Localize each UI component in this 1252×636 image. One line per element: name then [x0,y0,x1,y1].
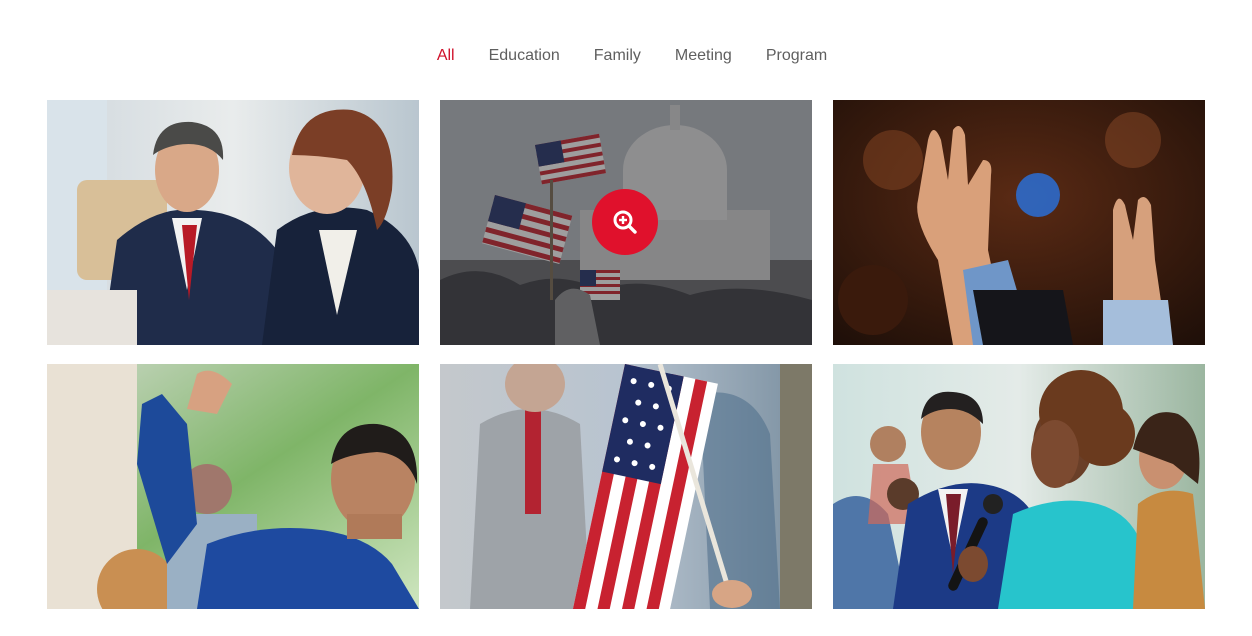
gallery-item-woman-microphone[interactable] [833,364,1205,609]
man-raising-hand-photo [47,364,419,609]
business-meeting-photo [47,100,419,345]
gallery-item-american-flag[interactable] [440,364,812,609]
woman-with-microphone-photo [833,364,1205,609]
portfolio-page: All Education Family Meeting Program [0,0,1252,636]
filter-all[interactable]: All [437,44,455,68]
gallery-item-raised-hands[interactable] [833,100,1205,345]
zoom-in-icon [613,210,637,234]
american-flag-photo [440,364,812,609]
filter-program[interactable]: Program [766,44,827,68]
zoom-button[interactable] [592,189,658,255]
portfolio-gallery [47,100,1205,609]
filter-education[interactable]: Education [489,44,560,68]
gallery-item-capitol-flags[interactable] [440,100,812,345]
raised-hands-photo [833,100,1205,345]
portfolio-filter-bar: All Education Family Meeting Program [0,44,1252,68]
filter-family[interactable]: Family [594,44,641,68]
gallery-item-business-meeting[interactable] [47,100,419,345]
filter-meeting[interactable]: Meeting [675,44,732,68]
gallery-item-man-raising-hand[interactable] [47,364,419,609]
